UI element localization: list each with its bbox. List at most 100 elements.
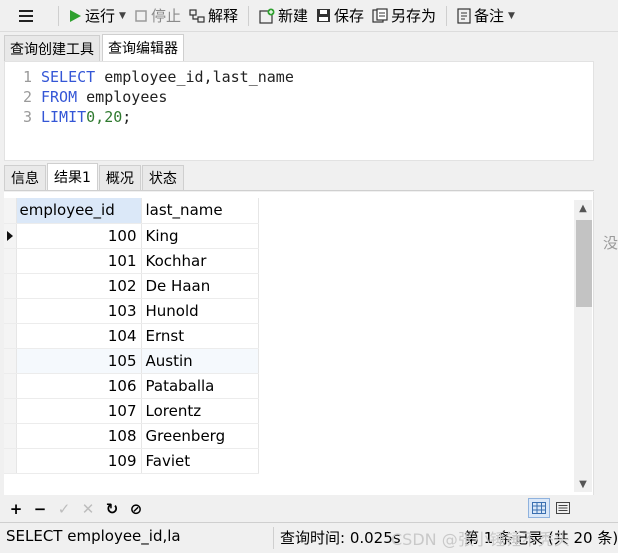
menu-button[interactable] [0, 2, 52, 30]
status-bar: SELECT employee_id,la 查询时间: 0.025s 第 1 条… [0, 522, 618, 553]
notes-icon [457, 7, 471, 24]
cell-last-name[interactable]: Pataballa [141, 373, 259, 399]
toolbar-separator [58, 5, 59, 26]
cell-last-name[interactable]: De Haan [141, 273, 259, 299]
cell-last-name[interactable]: Faviet [141, 448, 259, 474]
refresh-button[interactable]: ↻ [100, 498, 124, 520]
check-icon: ✓ [57, 500, 71, 518]
status-separator [273, 527, 274, 549]
discard-changes-button[interactable]: ✕ [76, 498, 100, 520]
stop-button[interactable]: 停止 [130, 2, 185, 30]
grid-toolbar: + − ✓ ✕ ↻ ⊘ [4, 497, 594, 521]
new-button[interactable]: 新建 [255, 2, 312, 30]
cell-employee-id[interactable]: 108 [16, 423, 142, 449]
tab-result-1[interactable]: 结果1 [47, 163, 98, 190]
row-header[interactable] [4, 298, 17, 324]
table-row[interactable]: 107 Lorentz [4, 398, 259, 424]
code-line: 2 FROM employees [5, 87, 593, 107]
cell-last-name[interactable]: Kochhar [141, 248, 259, 274]
cell-employee-id[interactable]: 103 [16, 298, 142, 324]
tab-query-builder[interactable]: 查询创建工具 [4, 35, 100, 61]
table-row[interactable]: 105 Austin [4, 348, 259, 374]
tab-info[interactable]: 信息 [4, 165, 46, 190]
cell-employee-id[interactable]: 107 [16, 398, 142, 424]
row-header-corner [4, 198, 17, 224]
cell-last-name[interactable]: Austin [141, 348, 259, 374]
table-row[interactable]: 106 Pataballa [4, 373, 259, 399]
scroll-up-icon[interactable]: ▲ [574, 200, 592, 216]
form-view-button[interactable] [552, 498, 574, 518]
navicat-query-window: 运行 ▼ 停止 解释 新建 保存 另存为 备注 ▼ 查询创建工具 查询编辑器 1… [0, 0, 618, 553]
run-button[interactable]: 运行 ▼ [65, 2, 130, 30]
grid-view-button[interactable] [528, 498, 550, 518]
sql-text: employee_id,last_name [95, 68, 294, 86]
notes-button[interactable]: 备注 ▼ [453, 2, 519, 30]
apply-changes-button[interactable]: ✓ [52, 498, 76, 520]
cell-employee-id[interactable]: 104 [16, 323, 142, 349]
cell-last-name[interactable]: Ernst [141, 323, 259, 349]
cell-last-name[interactable]: Greenberg [141, 423, 259, 449]
cell-last-name[interactable]: Lorentz [141, 398, 259, 424]
row-header[interactable] [4, 348, 17, 374]
save-as-button[interactable]: 另存为 [368, 2, 440, 30]
row-header[interactable] [4, 273, 17, 299]
new-label: 新建 [277, 7, 308, 25]
cell-employee-id[interactable]: 109 [16, 448, 142, 474]
table-row[interactable]: 102 De Haan [4, 273, 259, 299]
line-number: 2 [22, 88, 32, 106]
vertical-scrollbar[interactable]: ▲ ▼ [574, 200, 592, 492]
table-row[interactable]: 101 Kochhar [4, 248, 259, 274]
cell-employee-id[interactable]: 106 [16, 373, 142, 399]
sql-keyword: FROM [41, 88, 78, 106]
sql-editor[interactable]: 1 SELECT employee_id,last_name 2 FROM em… [4, 61, 594, 161]
table-row[interactable]: 100 King [4, 223, 259, 249]
scroll-down-icon[interactable]: ▼ [574, 476, 592, 492]
cell-employee-id[interactable]: 102 [16, 273, 142, 299]
table-row[interactable]: 108 Greenberg [4, 423, 259, 449]
editor-mode-tabs: 查询创建工具 查询编辑器 [0, 33, 618, 61]
row-header[interactable] [4, 448, 17, 474]
stop-fetch-button[interactable]: ⊘ [124, 498, 148, 520]
refresh-icon: ↻ [105, 500, 119, 518]
sql-number: 0,20 [86, 108, 123, 126]
table-row[interactable]: 103 Hunold [4, 298, 259, 324]
status-query-time: 查询时间: 0.025s [280, 529, 401, 547]
cell-employee-id[interactable]: 105 [16, 348, 142, 374]
table-row[interactable]: 104 Ernst [4, 323, 259, 349]
plus-icon: + [9, 500, 23, 518]
table-row[interactable]: 109 Faviet [4, 448, 259, 474]
line-number: 1 [22, 68, 32, 86]
row-header[interactable] [4, 373, 17, 399]
add-record-button[interactable]: + [4, 498, 28, 520]
save-button[interactable]: 保存 [312, 2, 368, 30]
hamburger-icon [19, 9, 33, 22]
row-header[interactable] [4, 323, 17, 349]
chevron-down-icon[interactable]: ▼ [508, 11, 515, 21]
notes-label: 备注 [474, 7, 505, 25]
toolbar-separator [247, 5, 249, 26]
column-header-employee-id[interactable]: employee_id [16, 198, 142, 224]
result-tabs: 信息 结果1 概况 状态 [4, 163, 594, 191]
cell-employee-id[interactable]: 100 [16, 223, 142, 249]
tab-query-editor[interactable]: 查询编辑器 [102, 34, 184, 61]
delete-record-button[interactable]: − [28, 498, 52, 520]
main-toolbar: 运行 ▼ 停止 解释 新建 保存 另存为 备注 ▼ [0, 0, 618, 32]
row-header[interactable] [4, 223, 17, 249]
chevron-down-icon[interactable]: ▼ [119, 11, 126, 21]
tab-status[interactable]: 状态 [141, 165, 184, 190]
cell-employee-id[interactable]: 101 [16, 248, 142, 274]
tab-profile[interactable]: 概况 [98, 165, 141, 190]
scrollbar-thumb[interactable] [576, 220, 592, 307]
explain-label: 解释 [207, 7, 238, 25]
status-sql-text: SELECT employee_id,la [6, 527, 181, 545]
cell-last-name[interactable]: King [141, 223, 259, 249]
row-header[interactable] [4, 423, 17, 449]
row-header[interactable] [4, 248, 17, 274]
explain-icon [189, 8, 205, 23]
side-panel-text: 没 [603, 234, 618, 252]
column-header-last-name[interactable]: last_name [141, 198, 259, 224]
cell-last-name[interactable]: Hunold [141, 298, 259, 324]
code-line: 1 SELECT employee_id,last_name [5, 67, 593, 87]
explain-button[interactable]: 解释 [185, 2, 242, 30]
row-header[interactable] [4, 398, 17, 424]
